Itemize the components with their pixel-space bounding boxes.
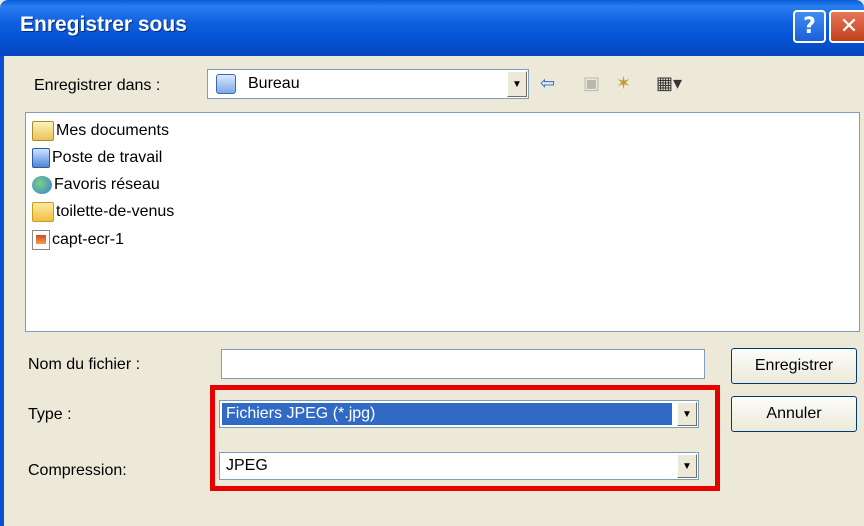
new-folder-icon[interactable]: ✶ — [616, 73, 631, 94]
save-button[interactable]: Enregistrer — [731, 348, 857, 384]
desktop-icon — [216, 74, 236, 94]
save-in-dropdown[interactable]: Bureau ▼ — [207, 69, 529, 99]
compression-label: Compression: — [28, 462, 127, 479]
save-in-value: Bureau — [248, 75, 300, 92]
help-button[interactable]: ? — [793, 10, 826, 43]
close-icon: ✕ — [839, 14, 859, 39]
list-item[interactable]: Mes documents — [32, 119, 169, 143]
window-frame — [0, 56, 4, 526]
file-name: toilette-de-venus — [56, 203, 175, 220]
cancel-button-label: Annuler — [766, 405, 822, 422]
list-item[interactable]: toilette-de-venus — [32, 200, 174, 224]
file-name: Favoris réseau — [54, 176, 160, 193]
highlight-box — [210, 385, 720, 491]
save-button-label: Enregistrer — [754, 357, 834, 374]
view-menu-icon[interactable]: ▦▾ — [656, 73, 682, 94]
list-item[interactable]: Favoris réseau — [32, 173, 160, 197]
file-list[interactable]: Mes documents Poste de travail Favoris r… — [25, 112, 860, 332]
list-item[interactable]: capt-ecr-1 — [32, 228, 124, 252]
network-places-icon — [32, 176, 52, 194]
close-button[interactable]: ✕ — [829, 10, 864, 43]
my-documents-icon — [32, 121, 54, 141]
folder-icon — [32, 202, 54, 222]
my-computer-icon — [32, 148, 50, 168]
list-item[interactable]: Poste de travail — [32, 146, 162, 170]
file-name: Mes documents — [56, 122, 169, 139]
file-name: Poste de travail — [52, 149, 163, 166]
filename-label: Nom du fichier : — [28, 356, 141, 373]
cancel-button[interactable]: Annuler — [731, 396, 857, 432]
help-icon: ? — [803, 14, 816, 39]
chevron-down-icon[interactable]: ▼ — [507, 71, 527, 97]
filename-field[interactable] — [221, 349, 705, 379]
file-name: capt-ecr-1 — [52, 231, 125, 248]
type-label: Type : — [28, 406, 72, 423]
title-bar[interactable]: Enregistrer sous ? ✕ — [0, 0, 864, 56]
window-title: Enregistrer sous — [20, 13, 187, 36]
save-in-label: Enregistrer dans : — [34, 77, 161, 94]
image-file-icon — [32, 230, 50, 250]
up-folder-icon[interactable]: ▣ — [583, 73, 600, 94]
back-arrow-icon[interactable]: ⇦ — [540, 73, 555, 94]
